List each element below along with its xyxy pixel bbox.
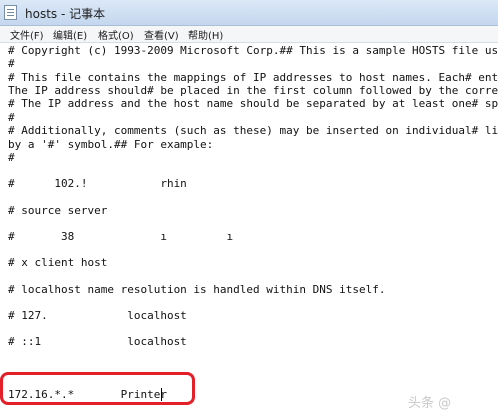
text-line: # 38 ı ı: [8, 230, 234, 243]
window-title: hosts - 记事本: [25, 7, 106, 21]
text-line: # Additionally, comments (such as these)…: [8, 124, 498, 137]
text-line: # The IP address and the host name shoul…: [8, 97, 498, 110]
highlight-annotation: [0, 372, 195, 405]
text-line: by a '#' symbol.## For example:: [8, 138, 214, 151]
notepad-icon: [4, 5, 17, 20]
menu-bar: 文件(F) 编辑(E) 格式(O) 查看(V) 帮助(H): [0, 26, 498, 43]
menu-edit[interactable]: 编辑(E): [53, 27, 87, 42]
text-line: # x client host: [8, 256, 108, 269]
text-line: The IP address should# be placed in the …: [8, 84, 498, 97]
menu-file[interactable]: 文件(F): [10, 27, 44, 42]
text-line: # This file contains the mappings of IP …: [8, 71, 498, 84]
menu-view[interactable]: 查看(V): [144, 27, 179, 42]
text-line: #: [8, 111, 15, 124]
menu-help[interactable]: 帮助(H): [188, 27, 223, 42]
text-line: # source server: [8, 204, 108, 217]
text-line: # ::1 localhost: [8, 335, 187, 348]
text-line: # Copyright (c) 1993-2009 Microsoft Corp…: [8, 44, 498, 57]
menu-format[interactable]: 格式(O): [98, 27, 134, 42]
text-line: # 102.! rhin: [8, 177, 187, 190]
text-line: # 127. localhost: [8, 309, 187, 322]
text-line: #: [8, 57, 15, 70]
title-bar: hosts - 记事本: [0, 0, 498, 26]
watermark: 头条 @: [408, 396, 452, 411]
text-line: # localhost name resolution is handled w…: [8, 283, 386, 296]
text-line: #: [8, 151, 15, 164]
